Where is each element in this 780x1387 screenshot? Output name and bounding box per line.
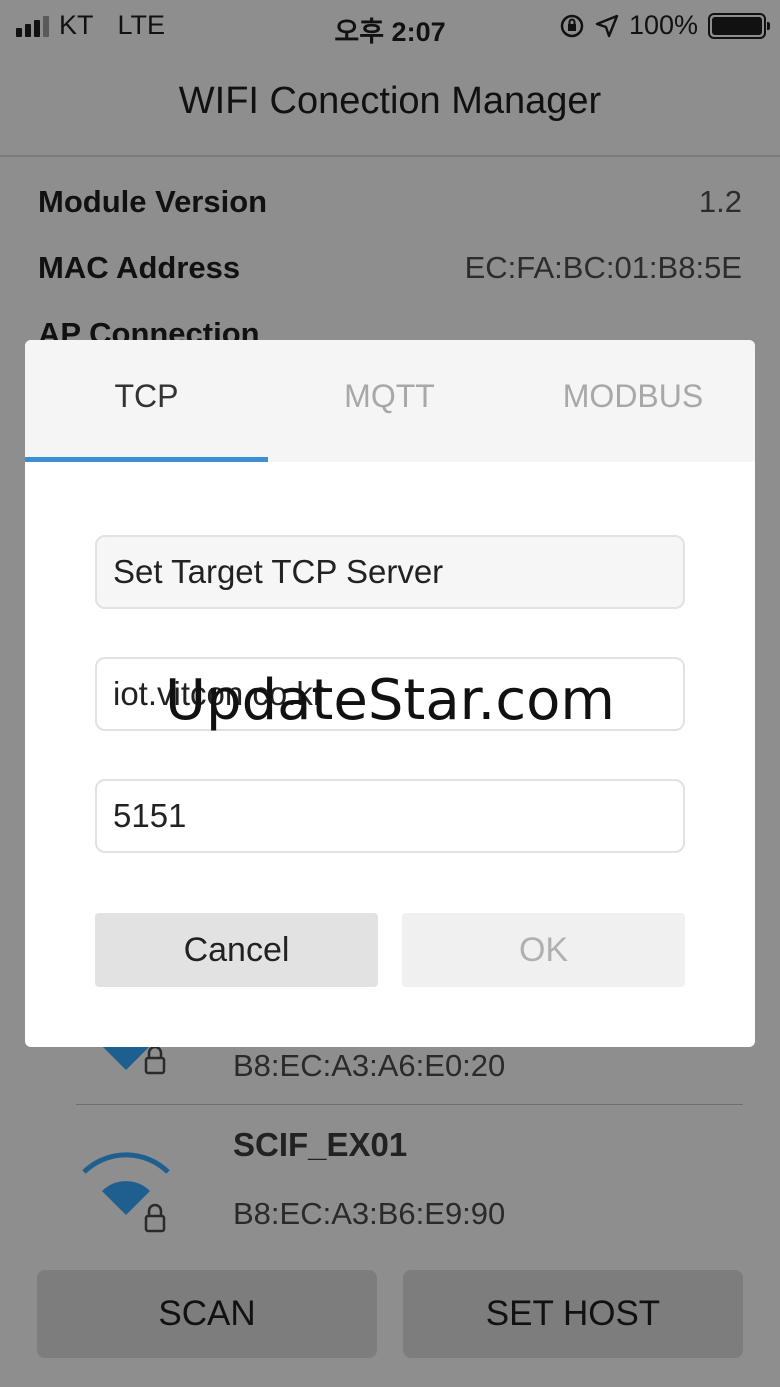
list-divider [76,1104,743,1105]
battery-icon [708,12,770,39]
nav-bar: WIFI Conection Manager [0,52,780,157]
scan-button[interactable]: SCAN [37,1270,377,1358]
status-right: 100% [559,10,770,41]
module-version-label: Module Version [38,184,268,219]
cancel-button[interactable]: Cancel [95,913,378,987]
mac-address-value: EC:FA:BC:01:B8:5E [464,250,742,285]
tab-mqtt[interactable]: MQTT [268,340,511,462]
active-tab-indicator [25,457,268,462]
module-version-row: Module Version 1.2 [38,180,742,224]
protocol-tabs: TCP MQTT MODBUS [25,340,755,462]
network-ssid: SCIF_EX01 [233,1126,408,1163]
network-mac: B8:EC:A3:A6:E0:20 [233,1048,506,1083]
module-version-value: 1.2 [698,184,742,219]
battery-percent: 100% [628,10,698,40]
mac-address-row: MAC Address EC:FA:BC:01:B8:5E [38,246,742,290]
tab-modbus[interactable]: MODBUS [511,340,755,462]
list-item[interactable]: SCIF_EX01 B8:EC:A3:B6:E9:90 [76,1120,743,1240]
section-title: Set Target TCP Server [95,535,685,609]
page-title: WIFI Conection Manager [178,80,602,122]
set-host-button[interactable]: SET HOST [403,1270,743,1358]
status-bar: KT LTE 오후 2:07 100% [0,0,780,52]
host-input[interactable] [95,657,685,731]
ok-button[interactable]: OK [402,913,685,987]
tcp-settings-dialog: TCP MQTT MODBUS Set Target TCP Server Ca… [25,340,755,1047]
tab-tcp[interactable]: TCP [25,340,268,462]
network-mac: B8:EC:A3:B6:E9:90 [233,1196,506,1231]
mac-address-label: MAC Address [38,250,241,285]
location-arrow-icon [595,14,619,37]
port-input[interactable] [95,779,685,853]
rotation-lock-icon [560,14,584,37]
wifi-lock-icon [82,1152,170,1233]
